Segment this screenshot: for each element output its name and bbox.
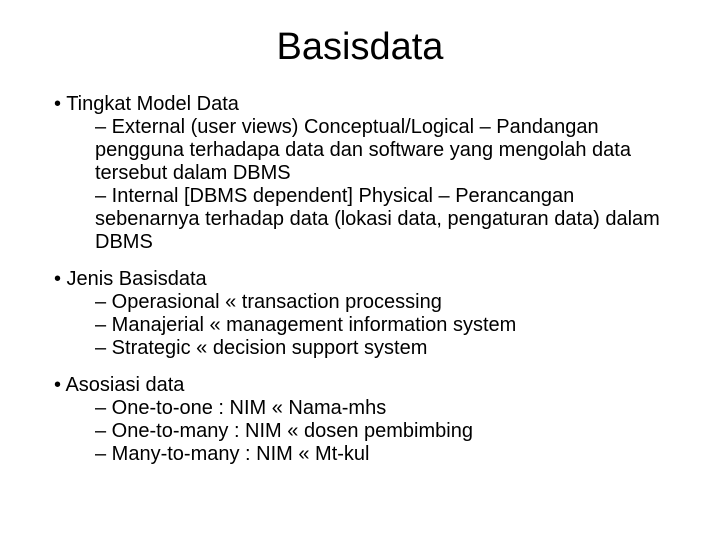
bullet-item: – One-to-one : NIM « Nama-mhs [40,397,680,420]
bullet-item: – Operasional « transaction processing [40,291,680,314]
slide: Basisdata • Tingkat Model Data – Externa… [0,0,720,540]
bullet-item: – One-to-many : NIM « dosen pembimbing [40,420,680,443]
slide-body: • Tingkat Model Data – External (user vi… [40,93,680,466]
bullet-heading: • Tingkat Model Data [40,93,680,116]
bullet-item: – Many-to-many : NIM « Mt-kul [40,443,680,466]
bullet-item: – Internal [DBMS dependent] Physical – P… [40,185,680,254]
bullet-item: – External (user views) Conceptual/Logic… [40,116,680,185]
section-2: • Jenis Basisdata – Operasional « transa… [40,268,680,360]
section-3: • Asosiasi data – One-to-one : NIM « Nam… [40,374,680,466]
bullet-heading: • Jenis Basisdata [40,268,680,291]
bullet-heading: • Asosiasi data [40,374,680,397]
bullet-item: – Manajerial « management information sy… [40,314,680,337]
bullet-item: – Strategic « decision support system [40,337,680,360]
section-1: • Tingkat Model Data – External (user vi… [40,93,680,254]
slide-title: Basisdata [40,26,680,69]
